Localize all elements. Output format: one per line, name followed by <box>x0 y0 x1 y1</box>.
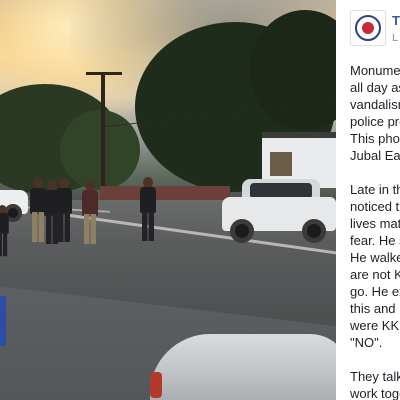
post-sidebar: T L Monumer all day as vandalism police pro… <box>336 0 400 400</box>
post-line: vandalism <box>350 97 400 112</box>
post-line: Jubal Ear <box>350 148 400 163</box>
post-line <box>350 164 400 181</box>
page-logo-icon <box>355 15 381 41</box>
post-line: fear. He s <box>350 233 400 248</box>
post-line: police pro <box>350 114 400 129</box>
utility-pole <box>101 72 105 190</box>
post-line: this and p <box>350 301 400 316</box>
tree <box>60 110 140 190</box>
post-line: Monumer <box>350 63 400 78</box>
post-line: lives matt <box>350 216 400 231</box>
post-line: "NO". <box>350 335 383 350</box>
tail-light <box>150 372 162 398</box>
post-line: They talk <box>350 369 400 384</box>
utility-pole-crossbar <box>86 72 122 75</box>
post-line: all day as <box>350 80 400 95</box>
post-line: Late in th <box>350 182 400 197</box>
post-body: Monumer all day as vandalism police pro This… <box>350 62 400 400</box>
post-line: were KKK <box>350 318 400 333</box>
post-line: noticed th <box>350 199 400 214</box>
post-line: work toge <box>350 386 400 400</box>
house-window <box>270 152 292 176</box>
page-sub[interactable]: L <box>392 32 398 44</box>
post-line: He walke <box>350 250 400 265</box>
post-line: go. He ex <box>350 284 400 299</box>
foreground-car <box>150 334 336 400</box>
white-suv <box>222 177 336 245</box>
post-line: are not K <box>350 267 400 282</box>
post-line: This phot <box>350 131 400 146</box>
blue-object <box>0 296 6 346</box>
page-name[interactable]: T <box>392 13 400 28</box>
page-avatar[interactable] <box>350 10 386 46</box>
post-photo[interactable] <box>0 0 336 400</box>
post-line <box>350 351 400 368</box>
